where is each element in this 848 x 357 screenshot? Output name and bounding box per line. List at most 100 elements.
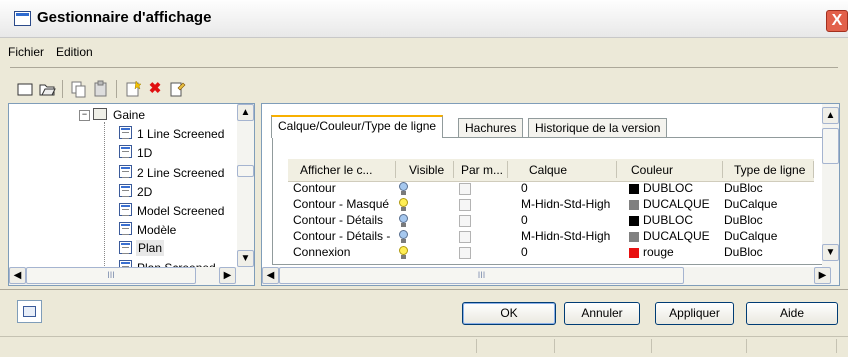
visibility-off-icon[interactable] xyxy=(399,230,408,244)
apply-button[interactable]: Appliquer xyxy=(655,302,734,325)
column-header-visible[interactable]: Visible xyxy=(409,163,444,177)
toolbar-separator xyxy=(116,80,117,98)
visibility-on-icon[interactable] xyxy=(399,246,408,260)
window-title: Gestionnaire d'affichage xyxy=(37,9,212,26)
visibility-off-icon[interactable] xyxy=(399,182,408,196)
by-material-checkbox[interactable] xyxy=(459,247,471,259)
scroll-down-button[interactable]: ▼ xyxy=(237,250,254,267)
new-from-icon[interactable] xyxy=(124,80,142,98)
visibility-off-icon[interactable] xyxy=(399,214,408,228)
color-swatch[interactable] xyxy=(629,200,639,210)
cancel-button[interactable]: Annuler xyxy=(564,302,640,325)
cell-name: Contour - Détails - xyxy=(293,229,391,243)
divider xyxy=(0,289,848,290)
tree-vertical-scrollbar[interactable]: ▲ ▼ xyxy=(237,104,254,267)
menu-bar: Fichier Edition xyxy=(0,38,848,68)
display-rep-icon xyxy=(119,165,132,178)
open-icon[interactable] xyxy=(38,80,56,98)
grid-header: Afficher le c... Visible Par m... Calque… xyxy=(288,159,814,182)
paste-icon[interactable] xyxy=(92,80,110,98)
properties-panel: Calque/Couleur/Type de ligne Hachures Hi… xyxy=(261,103,840,286)
rename-icon[interactable] xyxy=(168,80,186,98)
display-config-icon[interactable] xyxy=(17,300,42,323)
tree-item-label: Model Screened xyxy=(137,204,225,218)
status-separator xyxy=(554,339,555,353)
menu-edition[interactable]: Edition xyxy=(56,45,93,59)
column-header-calque[interactable]: Calque xyxy=(529,163,567,177)
color-swatch[interactable] xyxy=(629,184,639,194)
cell-color: DUCALQUE xyxy=(643,197,710,211)
cell-name: Contour - Détails xyxy=(293,213,384,227)
panel-horizontal-scrollbar[interactable]: ◀ III ▶ xyxy=(262,267,839,285)
scroll-left-button[interactable]: ◀ xyxy=(9,267,26,284)
cell-layer: 0 xyxy=(521,213,528,227)
cell-layer: 0 xyxy=(521,181,528,195)
cell-linetype: DuBloc xyxy=(724,245,763,259)
collapse-icon[interactable]: − xyxy=(79,110,90,121)
cell-linetype: DuCalque xyxy=(724,229,778,243)
cell-linetype: DuBloc xyxy=(724,181,763,195)
display-rep-icon xyxy=(119,241,132,254)
scroll-thumb[interactable] xyxy=(822,128,839,164)
scroll-down-button[interactable]: ▼ xyxy=(822,244,839,261)
tree-connector xyxy=(104,122,105,272)
cell-linetype: DuBloc xyxy=(724,213,763,227)
column-header-type-de-ligne[interactable]: Type de ligne xyxy=(734,163,805,177)
close-button[interactable]: X xyxy=(826,10,848,32)
cell-color: DUBLOC xyxy=(643,181,694,195)
by-material-checkbox[interactable] xyxy=(459,199,471,211)
status-separator xyxy=(836,339,837,353)
color-swatch[interactable] xyxy=(629,248,639,258)
column-separator xyxy=(395,161,396,178)
column-header-par-materiau[interactable]: Par m... xyxy=(461,163,503,177)
cell-name: Connexion xyxy=(293,245,351,259)
visibility-on-icon[interactable] xyxy=(399,198,408,212)
scroll-left-button[interactable]: ◀ xyxy=(262,267,279,284)
scroll-right-button[interactable]: ▶ xyxy=(814,267,831,284)
scroll-up-button[interactable]: ▲ xyxy=(237,104,254,121)
display-rep-icon xyxy=(119,145,132,158)
column-header-name[interactable]: Afficher le c... xyxy=(300,163,372,177)
panel-vertical-scrollbar[interactable]: ▲ ▼ xyxy=(822,104,839,267)
style-tree-panel: − Gaine 1 Line Screened 1D 2 Line Screen… xyxy=(8,103,255,286)
toolbar-separator xyxy=(62,80,63,98)
scroll-thumb[interactable]: III xyxy=(26,267,196,284)
cell-color: DUCALQUE xyxy=(643,229,710,243)
cell-linetype: DuCalque xyxy=(724,197,778,211)
tab-historique[interactable]: Historique de la version xyxy=(528,118,668,138)
menu-fichier[interactable]: Fichier xyxy=(8,45,44,59)
cell-layer: M-Hidn-Std-High xyxy=(521,197,611,211)
ok-button[interactable]: OK xyxy=(462,302,556,325)
scroll-right-button[interactable]: ▶ xyxy=(219,267,236,284)
copy-icon[interactable] xyxy=(70,80,88,98)
tree-item-label: Gaine xyxy=(113,108,146,122)
help-button[interactable]: Aide xyxy=(746,302,838,325)
by-material-checkbox[interactable] xyxy=(459,231,471,243)
color-swatch[interactable] xyxy=(629,232,639,242)
delete-icon[interactable]: ✖ xyxy=(146,80,164,98)
tree-item-label: Modèle xyxy=(137,223,177,237)
status-bar xyxy=(0,336,848,357)
status-separator xyxy=(746,339,747,353)
display-rep-icon xyxy=(119,184,132,197)
cell-layer: M-Hidn-Std-High xyxy=(521,229,611,243)
scroll-thumb[interactable]: III xyxy=(279,267,684,284)
by-material-checkbox[interactable] xyxy=(459,215,471,227)
display-rep-icon xyxy=(119,203,132,216)
scroll-up-button[interactable]: ▲ xyxy=(822,107,839,124)
tree-item-label: 1 Line Screened xyxy=(137,127,225,141)
color-swatch[interactable] xyxy=(629,216,639,226)
tree-item-label: 1D xyxy=(137,146,153,160)
column-separator xyxy=(453,161,454,178)
cell-name: Contour xyxy=(293,181,336,195)
status-separator xyxy=(651,339,652,353)
tree-item-label: 2D xyxy=(137,185,153,199)
new-icon[interactable] xyxy=(16,80,34,98)
cell-name: Contour - Masqué xyxy=(293,197,390,211)
tab-hachures[interactable]: Hachures xyxy=(458,118,524,138)
scroll-thumb[interactable] xyxy=(237,165,254,177)
by-material-checkbox[interactable] xyxy=(459,183,471,195)
tab-calque-couleur[interactable]: Calque/Couleur/Type de ligne xyxy=(271,115,444,138)
tree-horizontal-scrollbar[interactable]: ◀ III ▶ xyxy=(9,267,254,285)
column-header-couleur[interactable]: Couleur xyxy=(631,163,673,177)
